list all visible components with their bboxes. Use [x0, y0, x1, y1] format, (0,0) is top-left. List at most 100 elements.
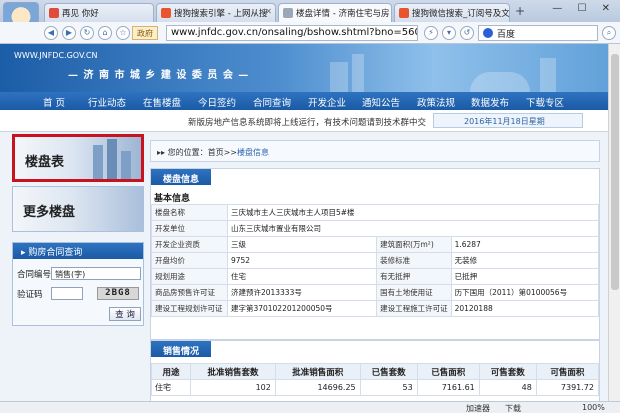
menu-data[interactable]: 数据发布	[471, 95, 509, 109]
field-value: 9752	[226, 252, 378, 269]
table-row: 规划用途 住宅 有无抵押 已抵押	[151, 268, 600, 285]
accelerator-button[interactable]: 加速器	[466, 403, 490, 413]
refresh-icon[interactable]: ↻	[80, 26, 94, 40]
field-value: 住宅	[226, 268, 378, 285]
tab-4[interactable]: 搜狗微信搜索_订阅号及文	[394, 3, 510, 22]
field-value: 已抵押	[450, 268, 600, 285]
field-value: 济建预许2013333号	[226, 284, 378, 301]
menu-contract-query[interactable]: 合同查询	[253, 95, 291, 109]
field-label: 建设工程施工许可证	[376, 300, 452, 317]
menu-today-signed[interactable]: 今日签约	[198, 95, 236, 109]
breadcrumb-prefix: 您的位置：	[167, 148, 208, 157]
zoom-level[interactable]: 100%	[582, 403, 605, 412]
download-button[interactable]: 下载	[505, 403, 521, 413]
vertical-scrollbar[interactable]	[608, 44, 620, 401]
tab-2-label: 搜狗搜索引擎 - 上网从搜	[174, 9, 268, 19]
search-engine-label: 百度	[497, 30, 516, 40]
field-value: 历下国用（2011）第0100056号	[450, 284, 600, 301]
field-label: 楼盘名称	[151, 204, 228, 221]
menu-policies[interactable]: 政策法规	[417, 95, 455, 109]
contract-query-title-text: 购房合同查询	[28, 248, 83, 258]
site-banner: WWW.JNFDC.GOV.CN — 济 南 市 城 乡 建 设 委 员 会 —	[0, 44, 620, 92]
field-label: 国有土地使用证	[376, 284, 452, 301]
breadcrumb-home[interactable]: 首页	[208, 148, 224, 157]
status-bar: 加速器 下载 100%	[0, 401, 620, 413]
field-label: 有无抵押	[376, 268, 452, 285]
search-icon[interactable]: ⌕	[602, 26, 616, 40]
address-text: www.jnfdc.gov.cn/onsaling/bshow.shtml?bn…	[171, 27, 417, 38]
table-row: 商品房预售许可证 济建预许2013333号 国有土地使用证 历下国用（2011）…	[151, 284, 600, 301]
dropdown-icon[interactable]: ▾	[442, 26, 456, 40]
lightning-icon[interactable]: ⚡	[424, 26, 438, 40]
window-controls[interactable]: — ☐ ✕	[552, 3, 616, 14]
query-button[interactable]: 查 询	[109, 307, 141, 321]
banner-stadium	[470, 72, 530, 92]
forward-icon[interactable]: ▶	[62, 26, 76, 40]
tab-2[interactable]: 搜狗搜索引擎 - 上网从搜 ✕	[156, 3, 276, 22]
contract-no-label: 合同编号	[17, 270, 52, 280]
sogou-icon	[49, 8, 59, 18]
table-cell: 14696.25	[274, 379, 361, 396]
table-cell: 7391.72	[535, 379, 600, 396]
table-cell: 住宅	[150, 379, 192, 396]
gov-badge: 政府	[132, 26, 158, 40]
field-value: 建字第370102201200050号	[226, 300, 378, 317]
menu-industry-news[interactable]: 行业动态	[88, 95, 126, 109]
column-header: 用途	[150, 363, 192, 380]
building-graphic	[121, 151, 131, 179]
menu-on-sale[interactable]: 在售楼盘	[143, 95, 181, 109]
more-buildings-label: 更多楼盘	[23, 205, 76, 220]
baidu-icon	[483, 28, 493, 38]
menu-downloads[interactable]: 下载专区	[526, 95, 564, 109]
table-row: 开发企业资质 三级 建筑面积(万m²) 1.6287	[151, 236, 600, 253]
new-tab-button[interactable]: +	[515, 4, 525, 18]
announcement-text[interactable]: 新版房地产信息系统即将上线运行，有技术问题请到技术群中交	[188, 116, 426, 128]
building-table-button[interactable]: 楼盘表	[12, 134, 144, 182]
field-label: 装修标准	[376, 252, 452, 269]
column-header: 可售面积	[535, 363, 600, 380]
browser-tab-bar: 再见 你好 搜狗搜索引擎 - 上网从搜 ✕ 楼盘详情 - 济南住宅与房 搜狗微信…	[0, 0, 620, 22]
home-icon[interactable]: ⌂	[98, 26, 112, 40]
tab-1[interactable]: 再见 你好	[44, 3, 154, 22]
reload-icon[interactable]: ↺	[460, 26, 474, 40]
captcha-input[interactable]	[51, 287, 83, 300]
table-cell: 53	[359, 379, 418, 396]
table-row: 住宅 102 14696.25 53 7161.61 48 7391.72	[150, 379, 600, 396]
tab-3-label: 楼盘详情 - 济南住宅与房	[296, 9, 390, 19]
back-icon[interactable]: ◀	[44, 26, 58, 40]
field-label: 开发单位	[151, 220, 228, 237]
close-icon[interactable]: ✕	[265, 7, 272, 16]
sales-table: 用途 批准销售套数 批准销售面积 已售套数 已售面积 可售套数 可售面积 住宅 …	[150, 363, 600, 396]
star-icon[interactable]: ☆	[116, 26, 130, 40]
contract-no-input[interactable]: 销售(字)	[51, 267, 141, 280]
tab-3[interactable]: 楼盘详情 - 济南住宅与房	[278, 3, 392, 22]
sogou-wechat-icon	[399, 8, 409, 18]
menu-notices[interactable]: 通知公告	[362, 95, 400, 109]
announcement-bar: 新版房地产信息系统即将上线运行，有技术问题请到技术群中交 2016年11月18日…	[0, 110, 620, 132]
breadcrumb: ▸▸ 您的位置：首页>>楼盘信息	[150, 140, 600, 162]
breadcrumb-arrow-icon: ▸▸	[157, 148, 168, 157]
building-info-tab: 楼盘信息	[151, 169, 212, 185]
contract-query-panel: ▸ 购房合同查询 合同编号 销售(字) 验证码 2BG8 查 询	[12, 242, 144, 326]
column-header: 已售面积	[416, 363, 480, 380]
basic-info-table: 楼盘名称 三庆城市主人三庆城市主人项目5#楼 开发单位 山东三庆城市置业有限公司…	[151, 204, 600, 317]
basic-info-title: 基本信息	[154, 194, 191, 204]
search-input[interactable]: 百度	[478, 25, 598, 41]
building-graphic	[93, 145, 103, 179]
more-buildings-button[interactable]: 更多楼盘	[12, 186, 144, 232]
address-bar[interactable]: www.jnfdc.gov.cn/onsaling/bshow.shtml?bn…	[166, 25, 418, 41]
breadcrumb-current[interactable]: 楼盘信息	[237, 148, 269, 157]
building-table-label: 楼盘表	[25, 155, 65, 170]
page-icon	[283, 8, 293, 18]
banner-building	[330, 62, 348, 92]
building-graphic	[107, 139, 117, 179]
column-header: 已售套数	[359, 363, 418, 380]
banner-building	[540, 58, 556, 92]
field-value: 无装修	[450, 252, 600, 269]
menu-home[interactable]: 首 页	[43, 95, 65, 109]
tab-1-label: 再见 你好	[62, 9, 99, 19]
menu-developers[interactable]: 开发企业	[308, 95, 346, 109]
table-cell: 102	[190, 379, 276, 396]
scrollbar-thumb[interactable]	[611, 54, 619, 290]
captcha-image[interactable]: 2BG8	[97, 287, 139, 300]
